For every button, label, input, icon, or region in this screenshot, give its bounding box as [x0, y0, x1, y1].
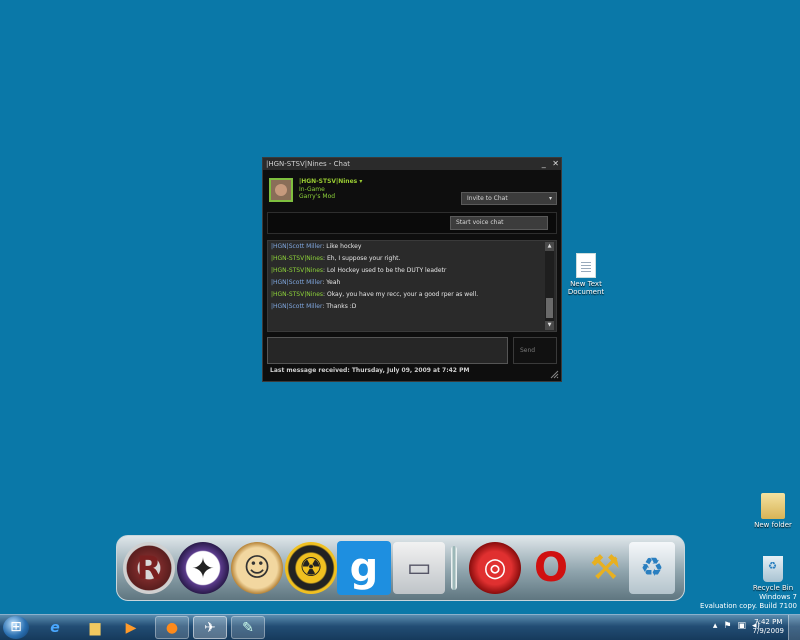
chat-message: |HGN|Scott Miller: Like hockey [268, 241, 478, 253]
profile-game: Garry's Mod [299, 193, 336, 200]
firefox-icon[interactable]: ● [155, 616, 189, 639]
folder-icon[interactable]: ▆ [78, 616, 112, 639]
chat-message: |HGN|Scott Miller: Yeah [268, 277, 478, 289]
network-icon[interactable]: ▣ [737, 621, 746, 631]
dock-separator [451, 546, 457, 590]
last-message-status: Last message received: Thursday, July 09… [270, 367, 470, 374]
watermark-line-1: Windows 7 [759, 593, 797, 601]
message-text: Like hockey [326, 243, 362, 250]
counter-strike-icon[interactable]: ✦ [177, 542, 229, 594]
message-input[interactable] [267, 337, 508, 364]
chat-scrollbar[interactable]: ▲ ▼ [545, 242, 554, 330]
taskbar: ⊞ e ▆ ▶ ● ✈ ✎ ▴ ⚑ ▣ ◂) 7:42 PM 7/9/2009 [0, 614, 800, 640]
media-player-icon[interactable]: ▶ [114, 616, 148, 639]
stalker-radiation-icon[interactable]: ☢ [285, 542, 337, 594]
recycle-bin-icon [763, 556, 783, 582]
profile-name-text: |HGN-STSV|Nines [299, 178, 358, 185]
message-text: Thanks :D [326, 303, 357, 310]
message-text: Yeah [326, 279, 341, 286]
fallout-vault-boy-icon[interactable]: ☺ [231, 542, 283, 594]
chat-message: |HGN-STSV|Nines: Okay, you have my recc,… [268, 289, 478, 301]
desktop-icon-new-folder[interactable]: New folder [748, 493, 798, 529]
message-sender[interactable]: |HGN-STSV|Nines [271, 291, 323, 298]
desktop-icon-label: New Text Document [567, 280, 605, 296]
friend-profile: |HGN-STSV|Nines ▾ In-Game Garry's Mod In… [269, 178, 557, 208]
minimize-button[interactable]: _ [542, 159, 546, 168]
invite-label: Invite to Chat [467, 195, 508, 202]
tray-expand-icon[interactable]: ▴ [713, 621, 718, 631]
show-desktop-button[interactable] [788, 615, 800, 640]
message-sender[interactable]: |HGN-STSV|Nines [271, 255, 323, 262]
message-sender[interactable]: |HGN-STSV|Nines [271, 267, 323, 274]
scroll-down-icon[interactable]: ▼ [545, 321, 554, 330]
chevron-down-icon: ▾ [548, 195, 552, 202]
resize-grip-icon[interactable] [549, 369, 559, 379]
chat-message: |HGN-STSV|Nines: Eh, I suppose your righ… [268, 253, 478, 265]
message-text: Eh, I suppose your right. [326, 255, 401, 262]
chat-title: |HGN-STSV|Nines - Chat [266, 160, 351, 168]
chat-message: |HGN-STSV|Nines: Lol Hockey used to be t… [268, 265, 478, 277]
chat-log[interactable]: |HGN|Scott Miller: Like hockey |HGN-STSV… [267, 240, 557, 332]
start-voice-chat-button[interactable]: Start voice chat [450, 216, 548, 230]
message-sender[interactable]: |HGN|Scott Miller [271, 303, 322, 310]
internet-explorer-icon[interactable]: e [38, 616, 72, 639]
start-button[interactable]: ⊞ [3, 616, 29, 639]
desktop-icon-label: New folder [754, 521, 792, 529]
monitor-icon[interactable]: ▭ [393, 542, 445, 594]
message-list: |HGN|Scott Miller: Like hockey |HGN-STSV… [268, 241, 478, 313]
action-center-flag-icon[interactable]: ⚑ [723, 621, 731, 631]
message-sender[interactable]: |HGN|Scott Miller [271, 279, 322, 286]
clock[interactable]: 7:42 PM 7/9/2009 [753, 618, 784, 636]
close-button[interactable]: ✕ [552, 159, 559, 168]
profile-status: In-Game [299, 186, 325, 193]
profile-name[interactable]: |HGN-STSV|Nines ▾ [299, 178, 362, 185]
rockstar-icon[interactable]: R [123, 542, 175, 594]
desktop-icon-label: Recycle Bin [752, 584, 794, 592]
opera-icon[interactable]: O [525, 542, 577, 594]
message-text: Lol Hockey used to be the DUTY leadetr [326, 267, 447, 274]
chat-title-bar[interactable]: |HGN-STSV|Nines - Chat _ ✕ [263, 158, 561, 170]
desktop-icon-recycle-bin[interactable]: Recycle Bin [748, 556, 798, 592]
folder-icon [761, 493, 785, 519]
recycle-bin-icon[interactable]: ♻ [629, 542, 675, 594]
windows-version-watermark: Windows 7 Evaluation copy. Build 7100 [700, 593, 797, 611]
send-button[interactable]: Send [513, 337, 557, 364]
voice-panel: Start voice chat [267, 212, 557, 234]
tools-icon[interactable]: ⚒ [579, 542, 631, 594]
avatar[interactable] [269, 178, 293, 202]
message-text: Okay, you have my recc, your a good rper… [326, 291, 479, 298]
clock-time: 7:42 PM [754, 618, 783, 626]
swirl-icon[interactable]: ◎ [469, 542, 521, 594]
desktop: |HGN-STSV|Nines - Chat _ ✕ |HGN-STSV|Nin… [0, 0, 800, 614]
clock-date: 7/9/2009 [752, 627, 784, 635]
scroll-up-icon[interactable]: ▲ [545, 242, 554, 251]
chevron-down-icon: ▾ [359, 178, 363, 185]
desktop-icon-new-text-document[interactable]: New Text Document [562, 253, 610, 296]
chat-window: |HGN-STSV|Nines - Chat _ ✕ |HGN-STSV|Nin… [262, 157, 562, 382]
garrys-mod-icon[interactable]: g [337, 541, 391, 595]
dock: R ✦ ☺ ☢ g ▭ ◎ O ⚒ ♻ [116, 535, 685, 601]
game-app-icon[interactable]: ✈ [193, 616, 227, 639]
scroll-thumb[interactable] [546, 298, 553, 318]
invite-to-chat-button[interactable]: Invite to Chat ▾ [461, 192, 557, 205]
text-file-icon [576, 253, 596, 278]
message-sender[interactable]: |HGN|Scott Miller [271, 243, 322, 250]
window-controls: _ ✕ [538, 158, 559, 170]
chat-message: |HGN|Scott Miller: Thanks :D [268, 301, 478, 313]
watermark-line-2: Evaluation copy. Build 7100 [700, 602, 797, 610]
paint-icon[interactable]: ✎ [231, 616, 265, 639]
